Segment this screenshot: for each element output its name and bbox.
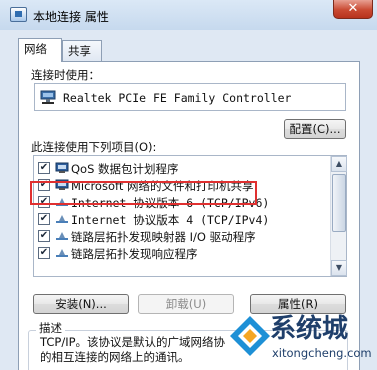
uninstall-button[interactable]: 卸载(U) xyxy=(138,294,234,314)
item-label: 链路层拓扑发现响应程序 xyxy=(71,247,198,261)
description-title: 描述 xyxy=(36,320,65,336)
watermark-brand: 系统城 xyxy=(270,314,349,344)
tab-share-label: 共享 xyxy=(68,44,91,58)
configure-button[interactable]: 配置(C)... xyxy=(284,119,346,139)
items-label: 此连接使用下列项目(O): xyxy=(31,140,157,154)
item-label: QoS 数据包计划程序 xyxy=(71,162,179,176)
qos-icon xyxy=(55,162,69,173)
components-list[interactable]: ✔ QoS 数据包计划程序 ✔ Microsoft 网络的文件和打印机共享 ✔ … xyxy=(33,155,347,277)
install-button[interactable]: 安装(N)... xyxy=(33,294,129,314)
protocol-icon xyxy=(56,232,68,240)
connect-using-label: 连接时使用： xyxy=(31,68,100,82)
item-label: 链路层拓扑发现映射器 I/O 驱动程序 xyxy=(71,230,256,244)
window-title: 本地连接 属性 xyxy=(33,10,109,24)
network-adapter-icon xyxy=(40,90,56,104)
ipv4-highlight-annotation xyxy=(30,181,257,205)
list-item-qos[interactable]: ✔ QoS 数据包计划程序 xyxy=(34,160,332,176)
scroll-up-icon[interactable]: ▲ xyxy=(331,156,347,172)
checkbox[interactable]: ✔ xyxy=(38,162,50,174)
list-item-ipv4[interactable]: ✔ Internet 协议版本 4 (TCP/IPv4) xyxy=(34,211,332,227)
protocol-icon xyxy=(56,249,68,257)
watermark-logo-icon xyxy=(230,316,270,356)
network-window-icon xyxy=(10,7,27,22)
tab-network[interactable]: 网络 xyxy=(18,38,62,62)
scroll-down-icon[interactable]: ▼ xyxy=(331,260,347,276)
list-scrollbar[interactable]: ▲ ▼ xyxy=(330,156,347,276)
tab-share[interactable]: 共享 xyxy=(62,40,102,62)
tab-network-label: 网络 xyxy=(24,42,47,56)
watermark-site: xitongcheng.com xyxy=(272,346,372,360)
adapter-name: Realtek PCIe FE Family Controller xyxy=(63,91,292,105)
list-item-lltd-mapper[interactable]: ✔ 链路层拓扑发现映射器 I/O 驱动程序 xyxy=(34,228,332,244)
protocol-icon xyxy=(56,215,68,223)
checkbox[interactable]: ✔ xyxy=(38,230,50,242)
watermark: 系统城 xitongcheng.com xyxy=(228,308,377,370)
checkbox[interactable]: ✔ xyxy=(38,247,50,259)
scroll-thumb[interactable] xyxy=(332,174,346,232)
checkbox[interactable]: ✔ xyxy=(38,213,50,225)
adapter-field: Realtek PCIe FE Family Controller xyxy=(34,83,346,111)
item-label: Internet 协议版本 4 (TCP/IPv4) xyxy=(71,213,270,227)
close-button[interactable]: ✕ xyxy=(333,0,373,19)
list-item-lltd-responder[interactable]: ✔ 链路层拓扑发现响应程序 xyxy=(34,245,332,261)
title-bar: 本地连接 属性 xyxy=(0,0,377,30)
